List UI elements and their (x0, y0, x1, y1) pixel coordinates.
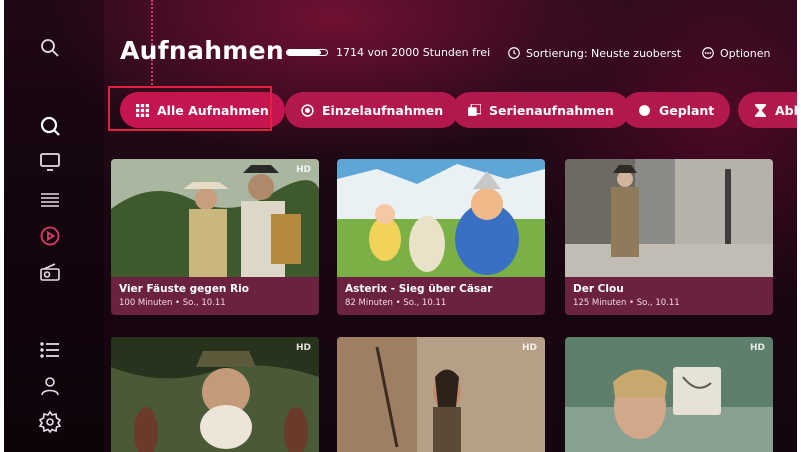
filter-einzelaufnahmen[interactable]: Einzelaufnahmen (285, 92, 460, 128)
recording-title: Der Clou (573, 283, 624, 295)
clock-icon (508, 47, 520, 59)
focus-highlight (108, 86, 272, 131)
recording-card[interactable]: HD (565, 337, 773, 452)
poster-image (565, 337, 773, 452)
options-label: Optionen (720, 46, 771, 60)
profile-icon[interactable] (38, 374, 62, 398)
settings-icon[interactable] (38, 410, 62, 434)
storage-bar (286, 49, 328, 56)
recording-meta: 125 Minuten • So., 10.11 (573, 298, 680, 308)
sort-label: Sortierung: Neuste zuoberst (526, 46, 682, 60)
more-icon (702, 47, 714, 59)
recording-meta: 100 Minuten • So., 10.11 (119, 298, 226, 308)
channel-logo: HD (521, 343, 537, 353)
recording-card[interactable]: Asterix - Sieg über Cäsar 82 Minuten • S… (337, 159, 545, 315)
poster-image (337, 159, 545, 277)
poster-image: HD (111, 159, 319, 277)
storage-indicator: 1714 von 2000 Stunden frei (286, 46, 490, 59)
tv-icon[interactable] (38, 150, 62, 174)
filter-label: Serienaufnahmen (489, 102, 614, 118)
search-icon[interactable] (38, 36, 62, 60)
guide-icon[interactable] (38, 188, 62, 212)
dot-icon (639, 104, 650, 116)
recording-card[interactable]: HD (111, 337, 319, 452)
recording-meta: 82 Minuten • So., 10.11 (345, 298, 447, 308)
channel-logo: HD (295, 343, 311, 353)
play-circle-icon[interactable] (38, 224, 62, 248)
channel-logo: HD (749, 343, 765, 353)
recording-title: Vier Fäuste gegen Rio (119, 283, 249, 295)
poster-image (337, 337, 545, 452)
card-info: Der Clou 125 Minuten • So., 10.11 (565, 277, 773, 315)
filter-geplant[interactable]: Geplant (622, 92, 731, 128)
card-info: Vier Fäuste gegen Rio 100 Minuten • So.,… (111, 277, 319, 315)
filter-label: Einzelaufnahmen (322, 102, 444, 118)
stack-icon (468, 103, 481, 116)
storage-text: 1714 von 2000 Stunden frei (336, 46, 491, 59)
channel-logo: HD (295, 165, 311, 175)
app-screen: Aufnahmen 1714 von 2000 Stunden frei Sor… (4, 0, 797, 452)
poster-image (111, 337, 319, 452)
radio-dot-icon (301, 103, 314, 117)
filter-serienaufnahmen[interactable]: Serienaufnahmen (452, 92, 630, 128)
options-button[interactable]: Optionen (701, 46, 770, 60)
recording-card[interactable]: Der Clou 125 Minuten • So., 10.11 (565, 159, 773, 315)
card-info: Asterix - Sieg über Cäsar 82 Minuten • S… (337, 277, 545, 315)
recording-card[interactable]: HD (337, 337, 545, 452)
list-icon[interactable] (38, 338, 62, 362)
page-title: Aufnahmen (120, 36, 284, 65)
recording-title: Asterix - Sieg über Cäsar (345, 283, 493, 295)
hourglass-icon (755, 103, 766, 117)
recording-card[interactable]: HD Vier Fäuste gegen Rio 100 Minuten • S… (111, 159, 319, 315)
poster-image (565, 159, 773, 277)
filter-label: Geplant (659, 102, 715, 118)
search-icon[interactable] (38, 114, 62, 138)
filter-ablau[interactable]: Ablau (738, 92, 797, 128)
radio-icon[interactable] (38, 260, 62, 284)
sort-button[interactable]: Sortierung: Neuste zuoberst (507, 46, 681, 60)
sidebar (4, 0, 104, 452)
filter-label: Ablau (775, 102, 797, 118)
